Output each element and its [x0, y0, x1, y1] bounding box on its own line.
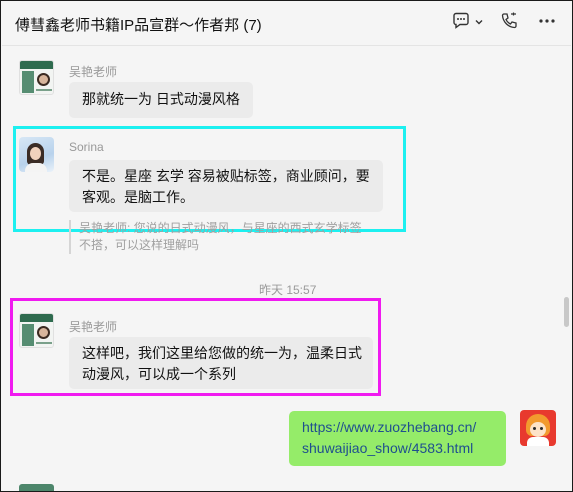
message-bubble[interactable]: 那就统一为 日式动漫风格	[69, 82, 253, 118]
scrollbar[interactable]	[564, 297, 569, 327]
link[interactable]: shuwaijiao_show/4583.html	[302, 438, 493, 459]
sender-name: Sorina	[69, 140, 104, 154]
chat-header: 傅彗鑫老师书籍IP品宣群～作者邦 (7)	[2, 2, 571, 46]
quote-text: 吴艳老师: 您说的日式动漫风，与星座的西式玄学标签	[79, 221, 362, 235]
message-text: 客观。是脑工作。	[82, 189, 194, 205]
message-bubble[interactable]: 这样吧，我们这里给您做的统一为，温柔日式 动漫风，可以成一个系列	[69, 337, 373, 389]
quote-text: 不搭，可以这样理解吗	[79, 238, 200, 252]
chat-window: 傅彗鑫老师书籍IP品宣群～作者邦 (7) 吴艳老师 那就统一为 日式动漫风格 S…	[0, 0, 573, 492]
group-title: 傅彗鑫老师书籍IP品宣群～作者邦 (7)	[15, 17, 262, 34]
link[interactable]: https://www.zuozhebang.cn/	[302, 417, 493, 438]
avatar[interactable]	[520, 410, 556, 446]
sender-name: 吴艳老师	[69, 320, 118, 334]
message-text: 那就统一为 日式动漫风格	[82, 91, 240, 107]
call-button[interactable]	[500, 12, 518, 34]
quoted-message[interactable]: 吴艳老师: 您说的日式动漫风，与星座的西式玄学标签 不搭，可以这样理解吗	[69, 220, 389, 254]
message-text: 动漫风，可以成一个系列	[82, 366, 236, 382]
more-icon	[538, 12, 556, 35]
call-icon	[500, 12, 518, 35]
timestamp: 昨天 15:57	[259, 283, 317, 297]
message-text: 这样吧，我们这里给您做的统一为，温柔日式	[82, 345, 362, 361]
message-bubble-mine[interactable]: https://www.zuozhebang.cn/ shuwaijiao_sh…	[289, 411, 506, 466]
avatar[interactable]	[19, 313, 54, 348]
sender-name: 吴艳老师	[69, 65, 118, 79]
more-options-button[interactable]	[538, 12, 556, 34]
chat-info-button[interactable]	[452, 12, 484, 34]
avatar[interactable]	[19, 60, 54, 95]
message-bubble[interactable]: 不是。星座 玄学 容易被贴标签，商业顾问，要 客观。是脑工作。	[69, 160, 383, 212]
avatar[interactable]	[19, 484, 54, 491]
chat-bubble-icon	[452, 12, 470, 35]
message-text: 不是。星座 玄学 容易被贴标签，商业顾问，要	[82, 168, 370, 184]
message-list[interactable]: 吴艳老师 那就统一为 日式动漫风格 Sorina 不是。星座 玄学 容易被贴标签…	[2, 47, 571, 491]
avatar[interactable]	[19, 137, 54, 172]
chevron-down-icon	[474, 14, 484, 32]
